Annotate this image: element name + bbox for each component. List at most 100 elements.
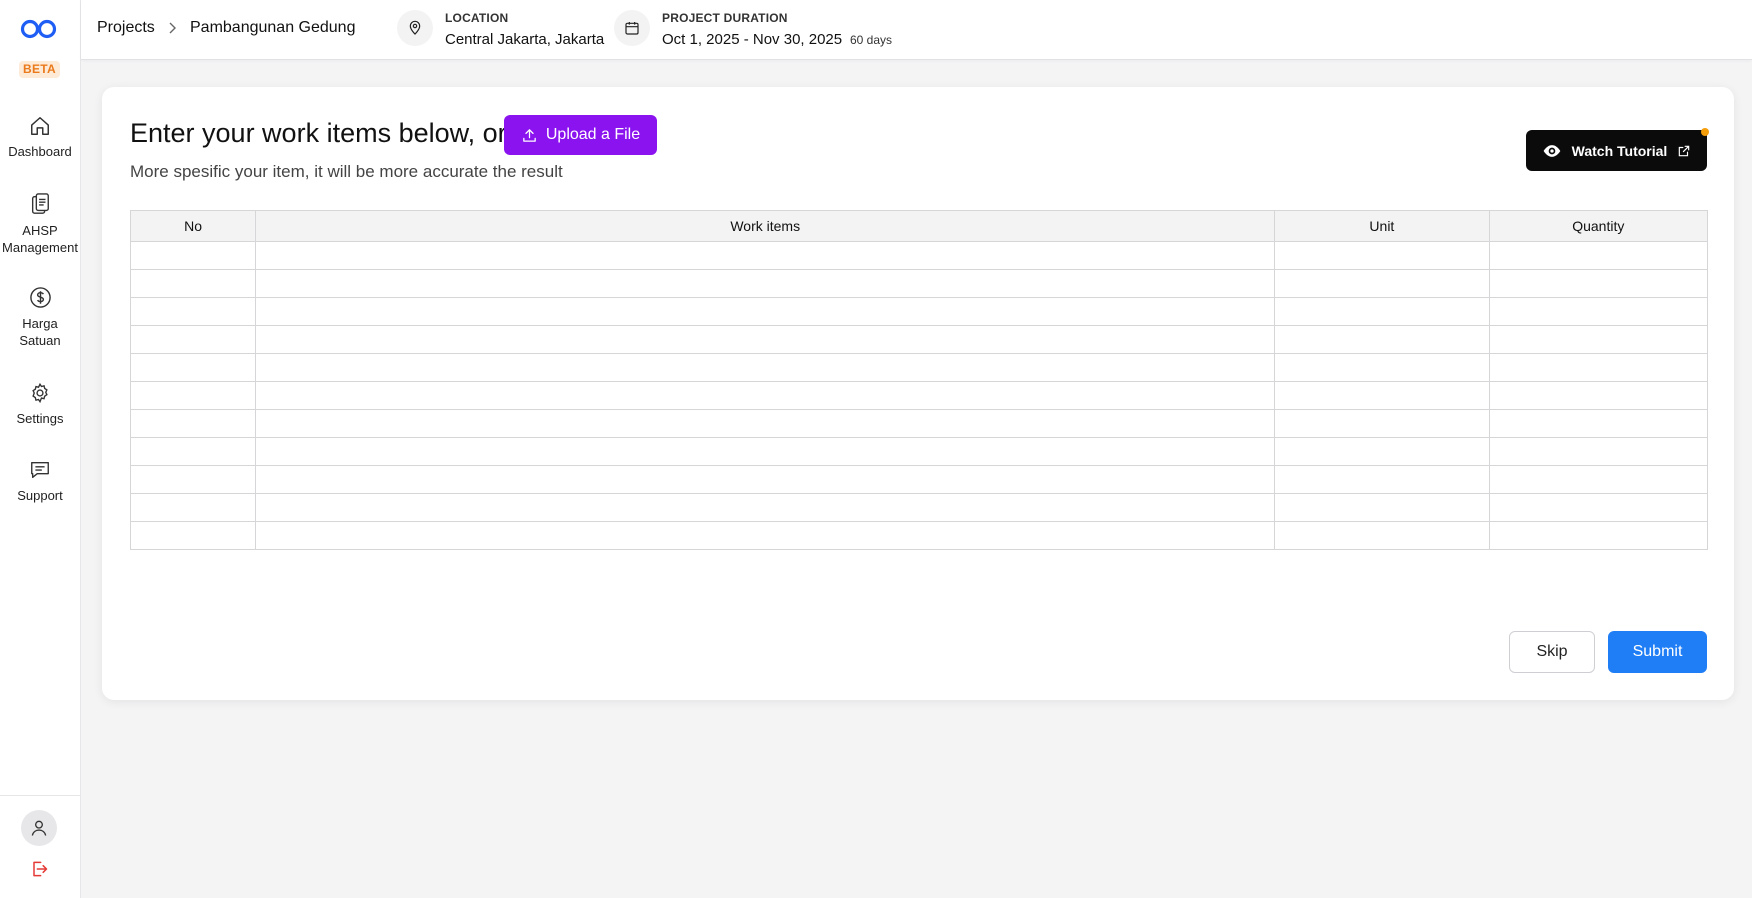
table-row [129, 241, 1709, 270]
avatar[interactable] [21, 810, 57, 846]
table-cell-work-item[interactable] [255, 353, 1276, 382]
table-row [129, 493, 1709, 522]
table-row [129, 521, 1709, 550]
sidebar-item-ahsp-management[interactable]: AHSP Management [0, 192, 80, 256]
table-cell-work-item[interactable] [255, 493, 1276, 522]
map-pin-icon [409, 20, 421, 35]
sidebar-item-label: AHSP [22, 223, 58, 238]
table-cell-work-item[interactable] [255, 465, 1276, 494]
sidebar-item-label: Support [17, 488, 63, 503]
table-cell-work-item[interactable] [255, 325, 1276, 354]
table-cell-work-item[interactable] [255, 297, 1276, 326]
table-cell-quantity[interactable] [1488, 297, 1709, 326]
duration-label: PROJECT DURATION [662, 11, 788, 25]
sidebar-item-label: Satuan [19, 333, 61, 348]
table-cell-no[interactable] [129, 353, 257, 382]
table-header-row: No Work items Unit Quantity [129, 210, 1709, 242]
work-items-table: No Work items Unit Quantity [129, 210, 1709, 550]
submit-button[interactable]: Submit [1608, 631, 1707, 673]
sidebar-item-harga-satuan[interactable]: Harga Satuan [0, 286, 80, 349]
table-cell-unit[interactable] [1274, 409, 1490, 438]
sidebar-item-support[interactable]: Support [0, 459, 80, 504]
table-cell-no[interactable] [129, 381, 257, 410]
table-cell-no[interactable] [129, 437, 257, 466]
table-cell-no[interactable] [129, 409, 257, 438]
sidebar-item-settings[interactable]: Settings [0, 382, 80, 427]
upload-file-button[interactable]: Upload a File [504, 115, 657, 155]
column-header-quantity: Quantity [1488, 210, 1709, 242]
page-subtitle: More spesific your item, it will be more… [130, 162, 563, 181]
column-header-no: No [129, 210, 257, 242]
table-cell-no[interactable] [129, 521, 257, 550]
sidebar-divider [0, 795, 80, 796]
home-icon [31, 117, 49, 135]
table-cell-quantity[interactable] [1488, 325, 1709, 354]
page-title: Enter your work items below, or [130, 118, 507, 148]
table-cell-quantity[interactable] [1488, 493, 1709, 522]
table-cell-work-item[interactable] [255, 269, 1276, 298]
table-cell-unit[interactable] [1274, 325, 1490, 354]
table-cell-quantity[interactable] [1488, 409, 1709, 438]
upload-button-label: Upload a File [545, 126, 641, 143]
table-row [129, 465, 1709, 494]
table-row [129, 381, 1709, 410]
skip-button[interactable]: Skip [1509, 631, 1595, 673]
table-row [129, 269, 1709, 298]
table-cell-quantity[interactable] [1488, 465, 1709, 494]
duration-days: 60 days [850, 33, 893, 47]
table-cell-no[interactable] [129, 325, 257, 354]
column-header-unit: Unit [1274, 210, 1490, 242]
chat-icon [31, 461, 49, 479]
table-cell-work-item[interactable] [255, 241, 1276, 270]
table-cell-quantity[interactable] [1488, 241, 1709, 270]
top-header: Projects Pambangunan Gedung LOCATION Cen… [81, 0, 1752, 60]
table-cell-quantity[interactable] [1488, 521, 1709, 550]
table-cell-no[interactable] [129, 465, 257, 494]
table-cell-unit[interactable] [1274, 381, 1490, 410]
table-cell-unit[interactable] [1274, 241, 1490, 270]
table-cell-no[interactable] [129, 493, 257, 522]
table-cell-work-item[interactable] [255, 437, 1276, 466]
table-row [129, 325, 1709, 354]
upload-icon [523, 128, 536, 142]
external-link-icon [1679, 145, 1690, 156]
table-cell-quantity[interactable] [1488, 353, 1709, 382]
beta-badge: BETA [19, 61, 60, 78]
table-cell-unit[interactable] [1274, 465, 1490, 494]
breadcrumb-projects[interactable]: Projects [97, 19, 155, 37]
table-cell-unit[interactable] [1274, 493, 1490, 522]
sidebar-item-label: Settings [16, 411, 64, 426]
table-cell-no[interactable] [129, 241, 257, 270]
dollar-circle-icon [29, 287, 51, 308]
table-cell-quantity[interactable] [1488, 381, 1709, 410]
table-cell-unit[interactable] [1274, 521, 1490, 550]
clipboard-icon [31, 193, 49, 214]
table-cell-work-item[interactable] [255, 381, 1276, 410]
table-cell-unit[interactable] [1274, 353, 1490, 382]
table-cell-unit[interactable] [1274, 297, 1490, 326]
infinity-logo-icon[interactable] [20, 18, 58, 40]
duration-value: Oct 1, 2025 - Nov 30, 2025 [662, 31, 843, 48]
gear-icon [32, 382, 48, 404]
location-icon-wrap [397, 10, 433, 46]
notification-dot [1701, 128, 1709, 136]
sidebar-item-dashboard[interactable]: Dashboard [0, 115, 80, 160]
sidebar: BETA Dashboard AHSP Management Harga Sat… [0, 0, 81, 898]
table-cell-quantity[interactable] [1488, 269, 1709, 298]
work-items-table-wrap: No Work items Unit Quantity [129, 210, 1709, 610]
location-value: Central Jakarta, Jakarta [445, 31, 605, 48]
table-cell-unit[interactable] [1274, 269, 1490, 298]
table-cell-work-item[interactable] [255, 409, 1276, 438]
table-cell-quantity[interactable] [1488, 437, 1709, 466]
table-cell-unit[interactable] [1274, 437, 1490, 466]
table-row [129, 353, 1709, 382]
eye-icon [1543, 144, 1560, 157]
user-icon [31, 820, 47, 836]
table-cell-no[interactable] [129, 297, 257, 326]
sidebar-item-label: Harga [22, 316, 58, 331]
chevron-right-icon [169, 22, 176, 34]
watch-tutorial-button[interactable]: Watch Tutorial [1526, 128, 1709, 171]
table-cell-work-item[interactable] [255, 521, 1276, 550]
logout-icon[interactable] [29, 859, 49, 879]
table-cell-no[interactable] [129, 269, 257, 298]
